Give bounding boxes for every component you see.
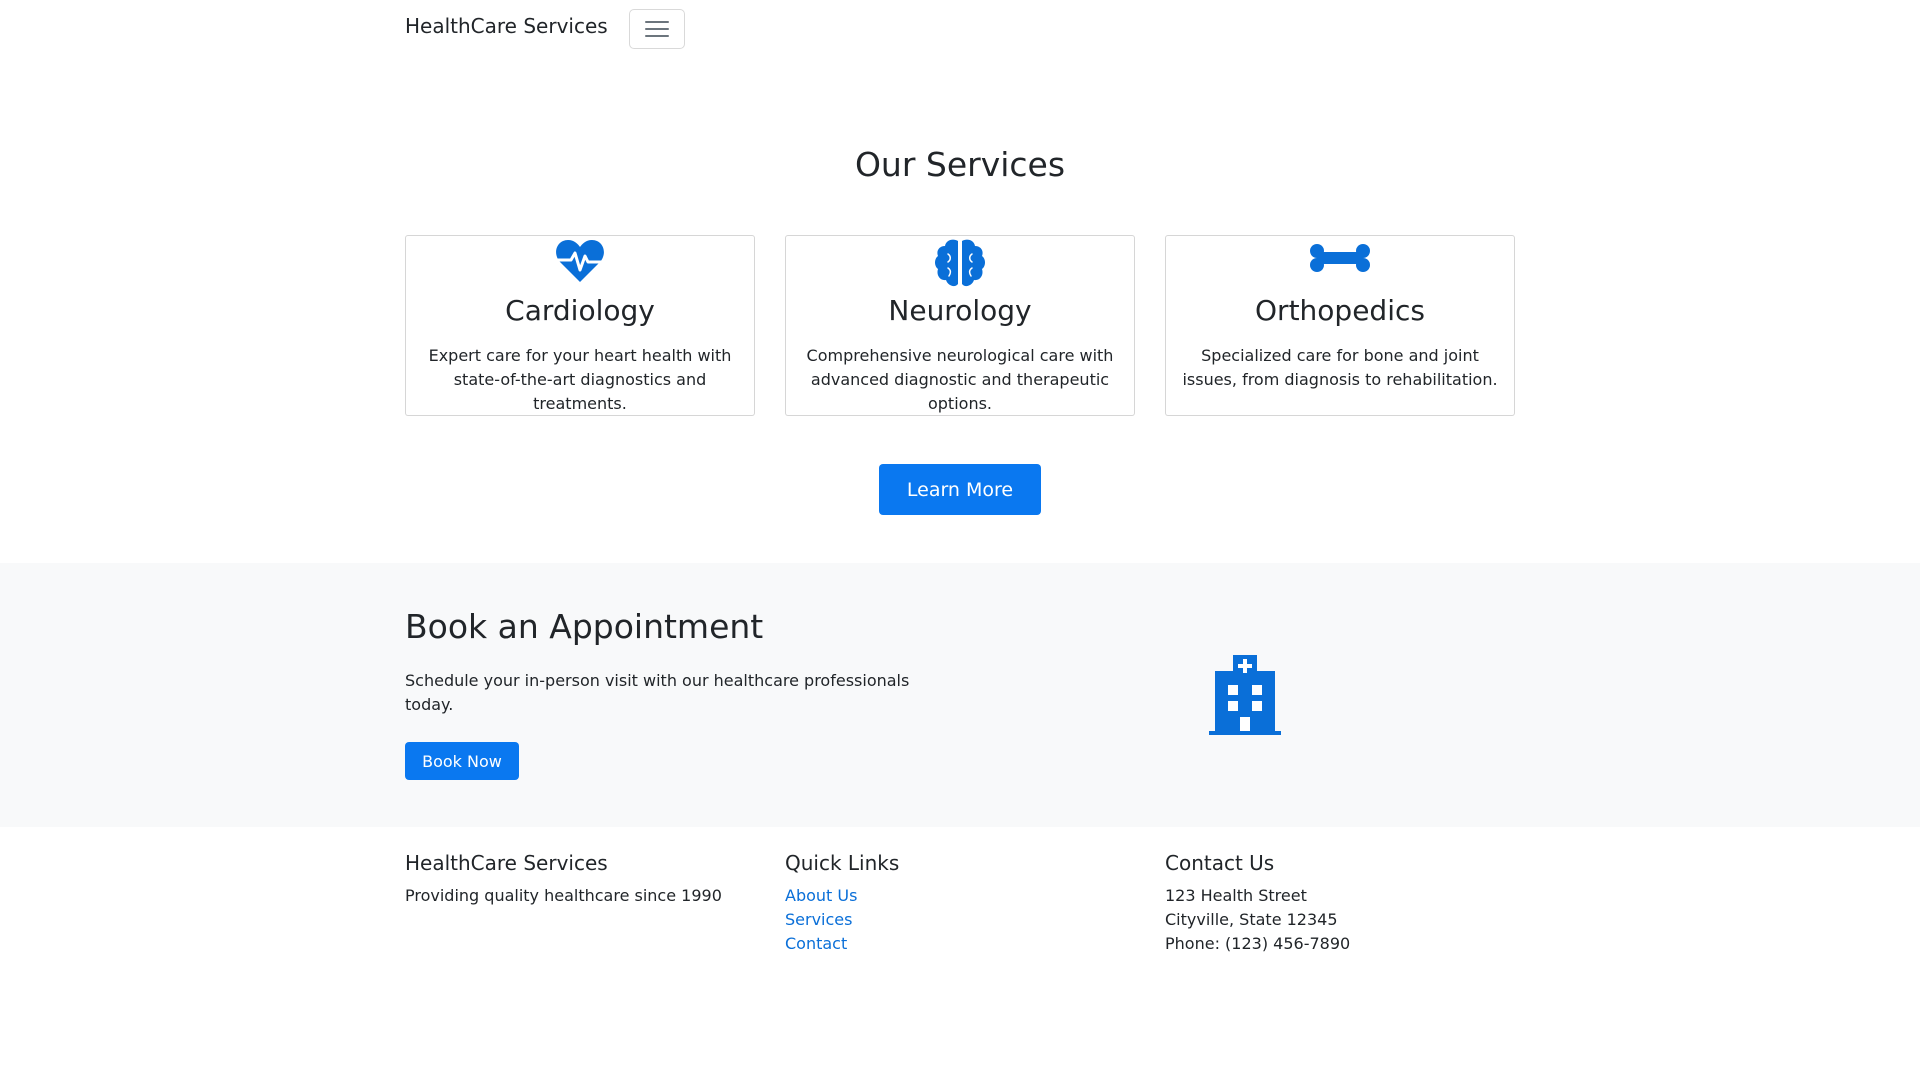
card-title: Orthopedics (1255, 294, 1425, 327)
footer-quick-links: Quick Links About Us Services Contact (785, 850, 1145, 956)
service-card-orthopedics: Orthopedics Specialized care for bone an… (1165, 235, 1515, 416)
card-text: Expert care for your heart health with s… (428, 346, 732, 413)
footer-about-title: HealthCare Services (405, 851, 608, 875)
card-title: Cardiology (505, 294, 655, 327)
service-card-neurology: Neurology Comprehensive neurological car… (785, 235, 1135, 416)
footer-about-text: Providing quality healthcare since 1990 (405, 886, 722, 905)
appointment-title: Book an Appointment (405, 607, 764, 646)
brain-icon (935, 239, 985, 287)
footer-address-street: 123 Health Street (1165, 886, 1307, 905)
footer-address-city: Cityville, State 12345 (1165, 910, 1338, 929)
book-now-button[interactable]: Book Now (405, 742, 519, 780)
appointment-text: Schedule your in-person visit with our h… (405, 671, 910, 714)
hospital-icon (1209, 655, 1281, 735)
footer-link-about-us[interactable]: About Us (785, 884, 1145, 908)
footer-link-services[interactable]: Services (785, 908, 1145, 932)
navbar: HealthCare Services (0, 0, 1920, 58)
bone-icon (1310, 244, 1370, 272)
footer-contact-title: Contact Us (1165, 851, 1275, 875)
footer-contact: Contact Us 123 Health Street Cityville, … (1165, 850, 1525, 956)
card-text: Specialized care for bone and joint issu… (1182, 346, 1498, 389)
heartbeat-icon (556, 240, 604, 282)
footer-link-contact[interactable]: Contact (785, 932, 1145, 956)
navbar-brand[interactable]: HealthCare Services (405, 14, 608, 38)
card-text: Comprehensive neurological care with adv… (806, 346, 1114, 413)
footer-about: HealthCare Services Providing quality he… (405, 850, 765, 908)
footer-phone: Phone: (123) 456-7890 (1165, 934, 1351, 953)
navbar-toggler-button[interactable] (629, 9, 685, 49)
footer-quick-links-title: Quick Links (785, 851, 900, 875)
appointment-section: Book an Appointment Schedule your in-per… (0, 563, 1920, 827)
services-title: Our Services (854, 145, 1066, 184)
learn-more-button[interactable]: Learn More (879, 464, 1041, 515)
service-card-cardiology: Cardiology Expert care for your heart he… (405, 235, 755, 416)
hamburger-icon (645, 21, 669, 37)
card-title: Neurology (888, 294, 1032, 327)
